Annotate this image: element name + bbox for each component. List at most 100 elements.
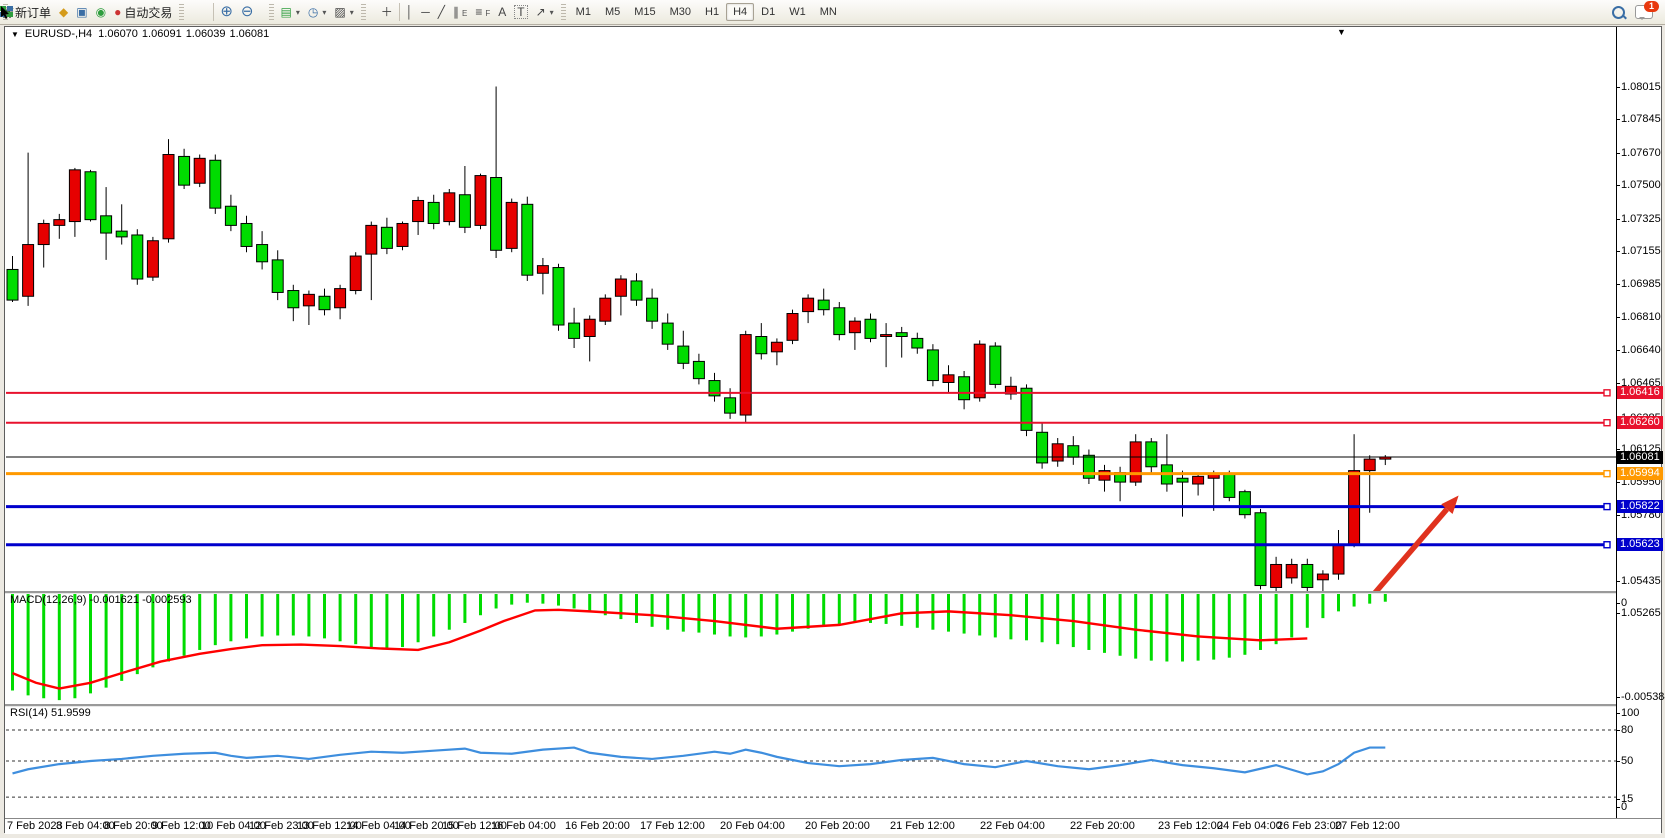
- candlestick[interactable]: [459, 195, 470, 228]
- candlestick[interactable]: [647, 298, 658, 321]
- candlestick[interactable]: [475, 176, 486, 226]
- candlestick[interactable]: [1271, 564, 1282, 587]
- collapse-triangle-icon[interactable]: ▼: [11, 30, 19, 39]
- candlestick[interactable]: [662, 323, 673, 344]
- candlestick[interactable]: [1037, 432, 1048, 463]
- candlestick[interactable]: [85, 172, 96, 220]
- candlestick-mode-button[interactable]: [195, 10, 203, 14]
- candlestick[interactable]: [444, 193, 455, 222]
- candlestick[interactable]: [912, 338, 923, 348]
- candlestick[interactable]: [38, 223, 49, 244]
- candlestick[interactable]: [101, 216, 112, 233]
- shapes-tool[interactable]: ↗▾: [532, 4, 558, 20]
- candlestick[interactable]: [537, 266, 548, 274]
- toolbar-grip[interactable]: [269, 4, 274, 20]
- candlestick[interactable]: [1286, 564, 1297, 577]
- candlestick[interactable]: [693, 361, 704, 378]
- timeframe-mn[interactable]: MN: [813, 3, 844, 21]
- crosshair-tool-button[interactable]: ＋: [377, 4, 397, 20]
- candlestick[interactable]: [491, 177, 502, 250]
- zoom-out-button[interactable]: ⊖: [237, 4, 258, 20]
- candlestick[interactable]: [179, 156, 190, 185]
- rsi-pane[interactable]: [6, 706, 1616, 816]
- candlestick[interactable]: [678, 346, 689, 363]
- toolbar-grip[interactable]: [361, 4, 366, 20]
- candlestick[interactable]: [147, 241, 158, 277]
- new-order-button[interactable]: 新订单: [11, 2, 55, 23]
- timeframe-m30[interactable]: M30: [663, 3, 698, 21]
- profiles-button[interactable]: ◷▾: [304, 4, 331, 20]
- candlestick[interactable]: [1021, 388, 1032, 430]
- candlestick[interactable]: [241, 223, 252, 246]
- candlestick[interactable]: [1099, 471, 1110, 481]
- timeframe-h4[interactable]: H4: [726, 3, 754, 21]
- candlestick[interactable]: [631, 281, 642, 300]
- candlestick[interactable]: [23, 245, 34, 297]
- candlestick[interactable]: [725, 398, 736, 413]
- timeframe-h1[interactable]: H1: [698, 3, 726, 21]
- candlestick[interactable]: [1302, 564, 1313, 587]
- timeframe-w1[interactable]: W1: [782, 3, 813, 21]
- templates-button[interactable]: ▨▾: [330, 4, 357, 20]
- timeframe-m15[interactable]: M15: [627, 3, 662, 21]
- line-chart-mode-button[interactable]: [203, 10, 211, 14]
- candlestick[interactable]: [1255, 513, 1266, 586]
- candlestick[interactable]: [319, 296, 330, 309]
- candlestick[interactable]: [849, 321, 860, 332]
- search-icon[interactable]: [1612, 6, 1625, 19]
- horizontal-line-tool[interactable]: ─: [417, 4, 434, 20]
- candlestick[interactable]: [350, 256, 361, 290]
- candlestick[interactable]: [132, 235, 143, 279]
- candlestick[interactable]: [54, 220, 65, 226]
- channel-tool[interactable]: ∥E: [449, 4, 471, 20]
- tile-windows-button[interactable]: [258, 10, 266, 14]
- candlestick[interactable]: [896, 333, 907, 337]
- candlestick[interactable]: [397, 223, 408, 246]
- new-chart-button[interactable]: ▤▾: [277, 4, 304, 20]
- macd-pane[interactable]: [6, 593, 1616, 704]
- candlestick[interactable]: [600, 298, 611, 321]
- candlestick[interactable]: [881, 335, 892, 337]
- chat-icon[interactable]: 1: [1635, 5, 1653, 19]
- candlestick[interactable]: [959, 377, 970, 400]
- candlestick[interactable]: [756, 337, 767, 354]
- market-watch-button[interactable]: ▣: [72, 4, 91, 20]
- candlestick[interactable]: [1317, 574, 1328, 580]
- price-axis[interactable]: 1.080151.078451.076701.075001.073251.071…: [1616, 27, 1661, 832]
- candlestick[interactable]: [787, 314, 798, 341]
- chart-title-bar[interactable]: ▼ EURUSD-,H4 1.06070 1.06091 1.06039 1.0…: [5, 27, 1661, 41]
- timeframe-m5[interactable]: M5: [598, 3, 627, 21]
- candlestick[interactable]: [413, 200, 424, 221]
- candlestick[interactable]: [990, 346, 1001, 384]
- timeframe-d1[interactable]: D1: [754, 3, 782, 21]
- candlestick[interactable]: [1146, 442, 1157, 467]
- candlestick[interactable]: [584, 319, 595, 336]
- candlestick[interactable]: [210, 160, 221, 208]
- candlestick[interactable]: [1239, 492, 1250, 515]
- candlestick[interactable]: [288, 291, 299, 308]
- candlestick[interactable]: [335, 289, 346, 308]
- label-tool[interactable]: T: [510, 3, 531, 21]
- candlestick[interactable]: [865, 319, 876, 338]
- candlestick[interactable]: [69, 170, 80, 222]
- candlestick[interactable]: [522, 204, 533, 275]
- text-tool[interactable]: A: [494, 4, 510, 20]
- price-pane[interactable]: [6, 41, 1616, 591]
- fibonacci-tool[interactable]: ≡F: [471, 4, 494, 20]
- candlestick[interactable]: [834, 308, 845, 335]
- timeframe-m1[interactable]: M1: [569, 3, 598, 21]
- candlestick[interactable]: [1193, 476, 1204, 484]
- candlestick[interactable]: [569, 323, 580, 338]
- candlestick[interactable]: [1364, 459, 1375, 470]
- candlestick[interactable]: [974, 344, 985, 398]
- candlestick[interactable]: [163, 155, 174, 239]
- candlestick[interactable]: [553, 268, 564, 325]
- autotrading-button[interactable]: ● 自动交易: [110, 2, 176, 23]
- time-axis[interactable]: 7 Feb 20238 Feb 04:008 Feb 20:009 Feb 12…: [5, 818, 1661, 834]
- candlestick[interactable]: [381, 227, 392, 248]
- candlestick[interactable]: [116, 231, 127, 237]
- candlestick[interactable]: [818, 300, 829, 310]
- candlestick[interactable]: [803, 298, 814, 311]
- candlestick[interactable]: [771, 342, 782, 352]
- candlestick[interactable]: [257, 245, 268, 262]
